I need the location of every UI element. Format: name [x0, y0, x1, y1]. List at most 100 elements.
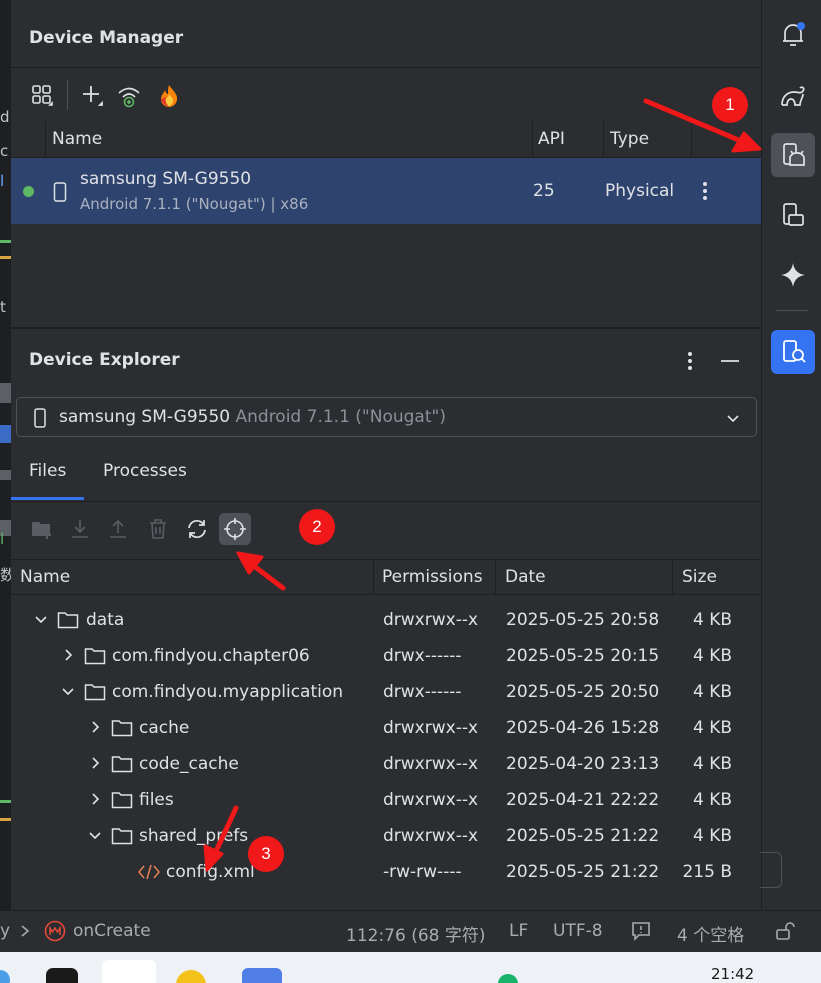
more-vertical-icon[interactable] [697, 178, 713, 204]
file-name: com.findyou.chapter06 [112, 646, 310, 666]
editor-gutter-sliver: d c l t l 数 [0, 0, 11, 910]
tree-row[interactable]: com.findyou.myapplication drwx------ 202… [11, 674, 761, 710]
view-grid-icon[interactable] [29, 82, 55, 108]
file-name: config.xml [166, 862, 255, 882]
strip-collapsed-handle[interactable] [760, 852, 782, 888]
notifications-icon[interactable] [778, 20, 808, 50]
minimize-icon[interactable] [718, 348, 742, 372]
file-size: 4 KB [692, 754, 732, 774]
os-taskbar: 21:42 [0, 952, 821, 983]
file-permissions: drwxrwx--x [383, 790, 479, 810]
taskbar-app-active[interactable] [102, 960, 156, 983]
column-size[interactable]: Size [682, 560, 717, 594]
new-folder-icon[interactable] [29, 516, 55, 542]
device-selector-dropdown[interactable]: samsung SM-G9550 Android 7.1.1 ("Nougat"… [16, 397, 757, 437]
file-size: 4 KB [692, 682, 732, 702]
file-permissions: drwx------ [383, 682, 462, 702]
tab-files[interactable]: Files [29, 461, 66, 481]
chevron-right-icon [92, 721, 100, 733]
folder-icon [111, 720, 133, 737]
tree-row[interactable]: files drwxrwx--x 2025-04-21 22:22 4 KB [11, 782, 761, 818]
file-size: 4 KB [692, 718, 732, 738]
xml-file-icon [137, 864, 161, 880]
device-name: samsung SM-G9550 [80, 169, 252, 189]
online-status-dot [23, 186, 34, 197]
selector-device-name: samsung SM-G9550 [59, 407, 231, 427]
folder-icon [111, 756, 133, 773]
tree-row[interactable]: com.findyou.chapter06 drwx------ 2025-05… [11, 638, 761, 674]
taskbar-clock[interactable]: 21:42 [711, 965, 754, 983]
tree-row[interactable]: cache drwxrwx--x 2025-04-26 15:28 4 KB [11, 710, 761, 746]
device-row[interactable]: samsung SM-G9550 Android 7.1.1 ("Nougat"… [11, 158, 761, 224]
annotation-badge-2: 2 [299, 509, 335, 545]
column-api[interactable]: API [538, 121, 565, 158]
column-type[interactable]: Type [610, 121, 649, 158]
breadcrumb-prefix: y [0, 921, 11, 941]
taskbar-app-icon[interactable] [176, 970, 206, 983]
file-name: cache [139, 718, 190, 738]
file-date: 2025-04-20 23:13 [506, 754, 660, 774]
locate-target-icon[interactable] [219, 513, 251, 545]
breadcrumb-method[interactable]: onCreate [73, 921, 151, 941]
upload-icon[interactable] [105, 516, 131, 542]
phone-icon [33, 407, 47, 429]
file-permissions: drwxrwx--x [383, 826, 479, 846]
gradle-icon[interactable] [778, 81, 808, 111]
wifi-pair-icon[interactable] [115, 82, 143, 110]
file-encoding[interactable]: UTF-8 [553, 921, 603, 941]
method-icon [44, 920, 66, 942]
file-size: 4 KB [692, 826, 732, 846]
tree-row[interactable]: data drwxrwx--x 2025-05-25 20:58 4 KB [11, 602, 761, 638]
tree-row[interactable]: code_cache drwxrwx--x 2025-04-20 23:13 4… [11, 746, 761, 782]
chevron-down-icon [35, 616, 47, 624]
taskbar-app-icon[interactable] [242, 968, 282, 983]
tab-processes[interactable]: Processes [103, 461, 187, 481]
file-permissions: drwxrwx--x [383, 610, 479, 630]
indent-setting[interactable]: 4 个空格 [677, 921, 744, 946]
device-explorer-tool-icon[interactable] [771, 330, 815, 374]
unlock-icon[interactable] [774, 920, 796, 942]
delete-icon[interactable] [145, 516, 171, 542]
line-ending[interactable]: LF [509, 921, 528, 941]
file-name: data [86, 610, 125, 630]
selector-device-version: Android 7.1.1 ("Nougat") [235, 407, 446, 427]
status-bar: y onCreate 112:76 (68 字符) LF UTF-8 4 个空格 [0, 910, 821, 952]
taskbar-app-icon[interactable] [0, 970, 10, 983]
gemini-sparkle-icon[interactable] [778, 260, 808, 290]
chevron-down-icon [89, 832, 101, 840]
add-device-icon[interactable] [79, 82, 105, 108]
device-table-header: Name API Type [11, 121, 761, 158]
tree-row[interactable]: shared_prefs drwxrwx--x 2025-05-25 21:22… [11, 818, 761, 854]
folder-icon [111, 792, 133, 809]
file-permissions: drwxrwx--x [383, 754, 479, 774]
taskbar-app-icon[interactable] [46, 968, 78, 983]
tree-row[interactable]: config.xml -rw-rw---- 2025-05-25 21:22 2… [11, 854, 761, 890]
chevron-right-icon [92, 757, 100, 769]
column-file-name[interactable]: Name [20, 560, 70, 594]
chevron-down-icon [725, 410, 741, 426]
firebase-icon[interactable] [155, 82, 183, 110]
device-manager-tool-icon[interactable] [771, 133, 815, 177]
sync-icon[interactable] [184, 516, 210, 542]
file-size: 4 KB [692, 646, 732, 666]
column-name[interactable]: Name [52, 121, 102, 158]
feedback-icon[interactable] [630, 920, 652, 942]
file-date: 2025-05-25 20:50 [506, 682, 660, 702]
tray-icon[interactable] [498, 974, 518, 983]
file-permissions: drwx------ [383, 646, 462, 666]
file-date: 2025-05-25 20:15 [506, 646, 660, 666]
folder-icon [84, 648, 106, 665]
device-manager-title: Device Manager [29, 28, 184, 48]
file-date: 2025-05-25 21:22 [506, 862, 660, 882]
device-subtitle: Android 7.1.1 ("Nougat") | x86 [80, 195, 309, 213]
caret-position[interactable]: 112:76 (68 字符) [346, 921, 486, 946]
device-type: Physical [605, 181, 675, 201]
annotation-badge-3: 3 [248, 836, 284, 872]
chevron-right-icon [92, 793, 100, 805]
column-permissions[interactable]: Permissions [382, 560, 483, 594]
device-mirroring-icon[interactable] [778, 200, 808, 230]
download-icon[interactable] [67, 516, 93, 542]
column-date[interactable]: Date [505, 560, 546, 594]
explorer-options-icon[interactable] [682, 348, 698, 374]
tool-window-panel: Device Manager Name API Type samsung SM-… [11, 0, 761, 910]
